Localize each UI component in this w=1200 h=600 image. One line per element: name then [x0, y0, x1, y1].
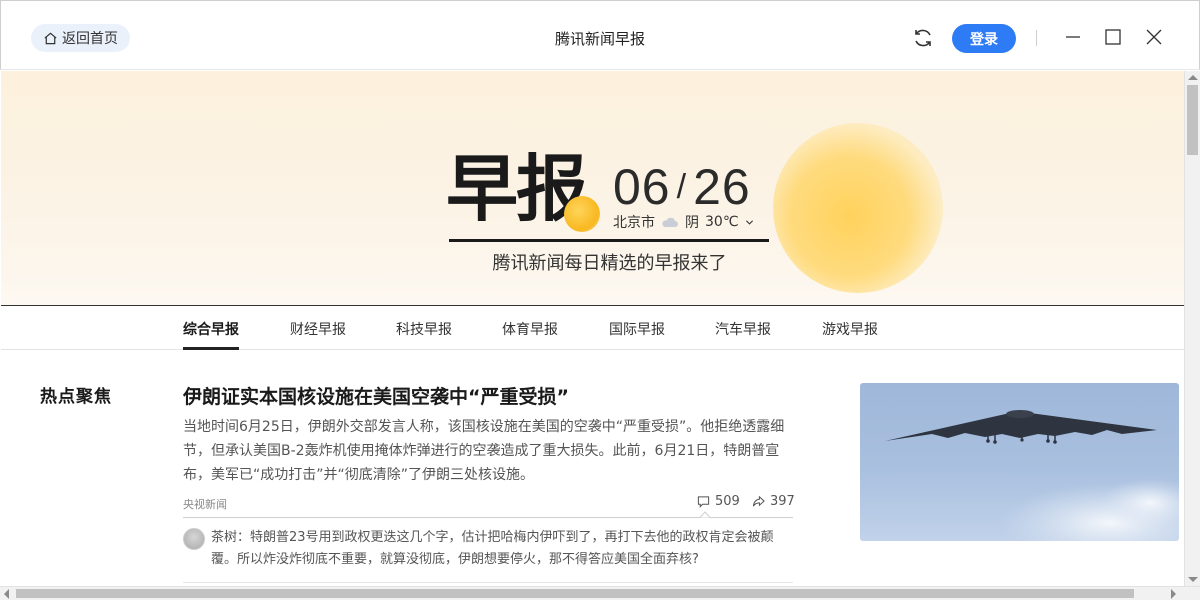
category-tabs: 综合早报 财经早报 科技早报 体育早报 国际早报 汽车早报 游戏早报 — [1, 307, 1184, 350]
separator — [1036, 30, 1037, 46]
date-day: 26 — [693, 159, 751, 215]
scroll-right-icon[interactable] — [1171, 589, 1176, 599]
share-icon — [752, 495, 765, 507]
horizontal-scrollbar[interactable] — [0, 586, 1200, 600]
date-month: 06 — [613, 159, 671, 215]
date-display: 06/26 — [613, 158, 751, 216]
back-home-button[interactable]: 返回首页 — [31, 24, 130, 52]
close-icon[interactable] — [1144, 27, 1164, 47]
minimize-icon[interactable] — [1063, 27, 1083, 47]
login-button[interactable]: 登录 — [952, 24, 1016, 53]
article-source: 央视新闻 — [183, 498, 227, 511]
bomber-aircraft-image — [885, 410, 1179, 541]
scroll-down-icon[interactable] — [1188, 577, 1198, 582]
weather-condition: 阴 — [685, 215, 699, 231]
maximize-icon[interactable] — [1103, 27, 1123, 47]
article-divider — [183, 582, 793, 583]
share-count-value: 397 — [770, 494, 795, 509]
tab-sports[interactable]: 体育早报 — [502, 319, 558, 350]
top-comment: 茶树：特朗普23号用到政权更迭这几个字，估计把哈梅内伊吓到了，再打下去他的政权肯… — [211, 530, 774, 567]
scroll-up-icon[interactable] — [1188, 75, 1198, 80]
vertical-scrollbar[interactable] — [1184, 71, 1200, 586]
date-separator: / — [676, 168, 688, 206]
comment-pointer — [700, 511, 710, 518]
chevron-down-icon — [745, 219, 753, 225]
hero-underline — [449, 239, 769, 242]
city-name: 北京市 — [613, 215, 655, 231]
back-home-label: 返回首页 — [62, 31, 118, 47]
cloud-icon — [662, 217, 678, 227]
title-bar: 返回首页 腾讯新闻早报 登录 — [0, 0, 1200, 70]
comment-icon — [697, 496, 710, 508]
weather-selector[interactable]: 北京市 阴 30℃ — [613, 212, 754, 232]
vertical-scroll-thumb[interactable] — [1187, 85, 1198, 155]
comment-count-value: 509 — [715, 494, 740, 509]
refresh-icon[interactable] — [911, 26, 935, 50]
window-title: 腾讯新闻早报 — [554, 30, 645, 48]
tab-tech[interactable]: 科技早报 — [396, 319, 452, 350]
hero-banner: 早报 06/26 北京市 阴 30℃ 腾讯新闻每日精选的早报来了 — [1, 71, 1184, 306]
tab-finance[interactable]: 财经早报 — [290, 319, 346, 350]
avatar — [183, 528, 205, 550]
home-icon — [44, 32, 57, 44]
scroll-left-icon[interactable] — [4, 589, 9, 599]
tab-international[interactable]: 国际早报 — [609, 319, 665, 350]
article-title[interactable]: 伊朗证实本国核设施在美国空袭中“严重受损” — [183, 382, 569, 409]
comment-count[interactable]: 509 — [697, 494, 740, 509]
tab-auto[interactable]: 汽车早报 — [715, 319, 771, 350]
article-image[interactable] — [860, 383, 1179, 541]
tab-general[interactable]: 综合早报 — [183, 319, 239, 350]
section-label: 热点聚焦 — [37, 382, 115, 407]
tab-games[interactable]: 游戏早报 — [822, 319, 878, 350]
hero-tagline: 腾讯新闻每日精选的早报来了 — [492, 253, 727, 274]
sun-dot-icon — [564, 196, 600, 232]
temperature: 30℃ — [705, 214, 739, 230]
article-summary: 当地时间6月25日，伊朗外交部发言人称，该国核设施在美国的空袭中“严重受损”。他… — [183, 419, 785, 483]
horizontal-scroll-thumb[interactable] — [16, 589, 1134, 598]
share-count[interactable]: 397 — [752, 494, 795, 509]
